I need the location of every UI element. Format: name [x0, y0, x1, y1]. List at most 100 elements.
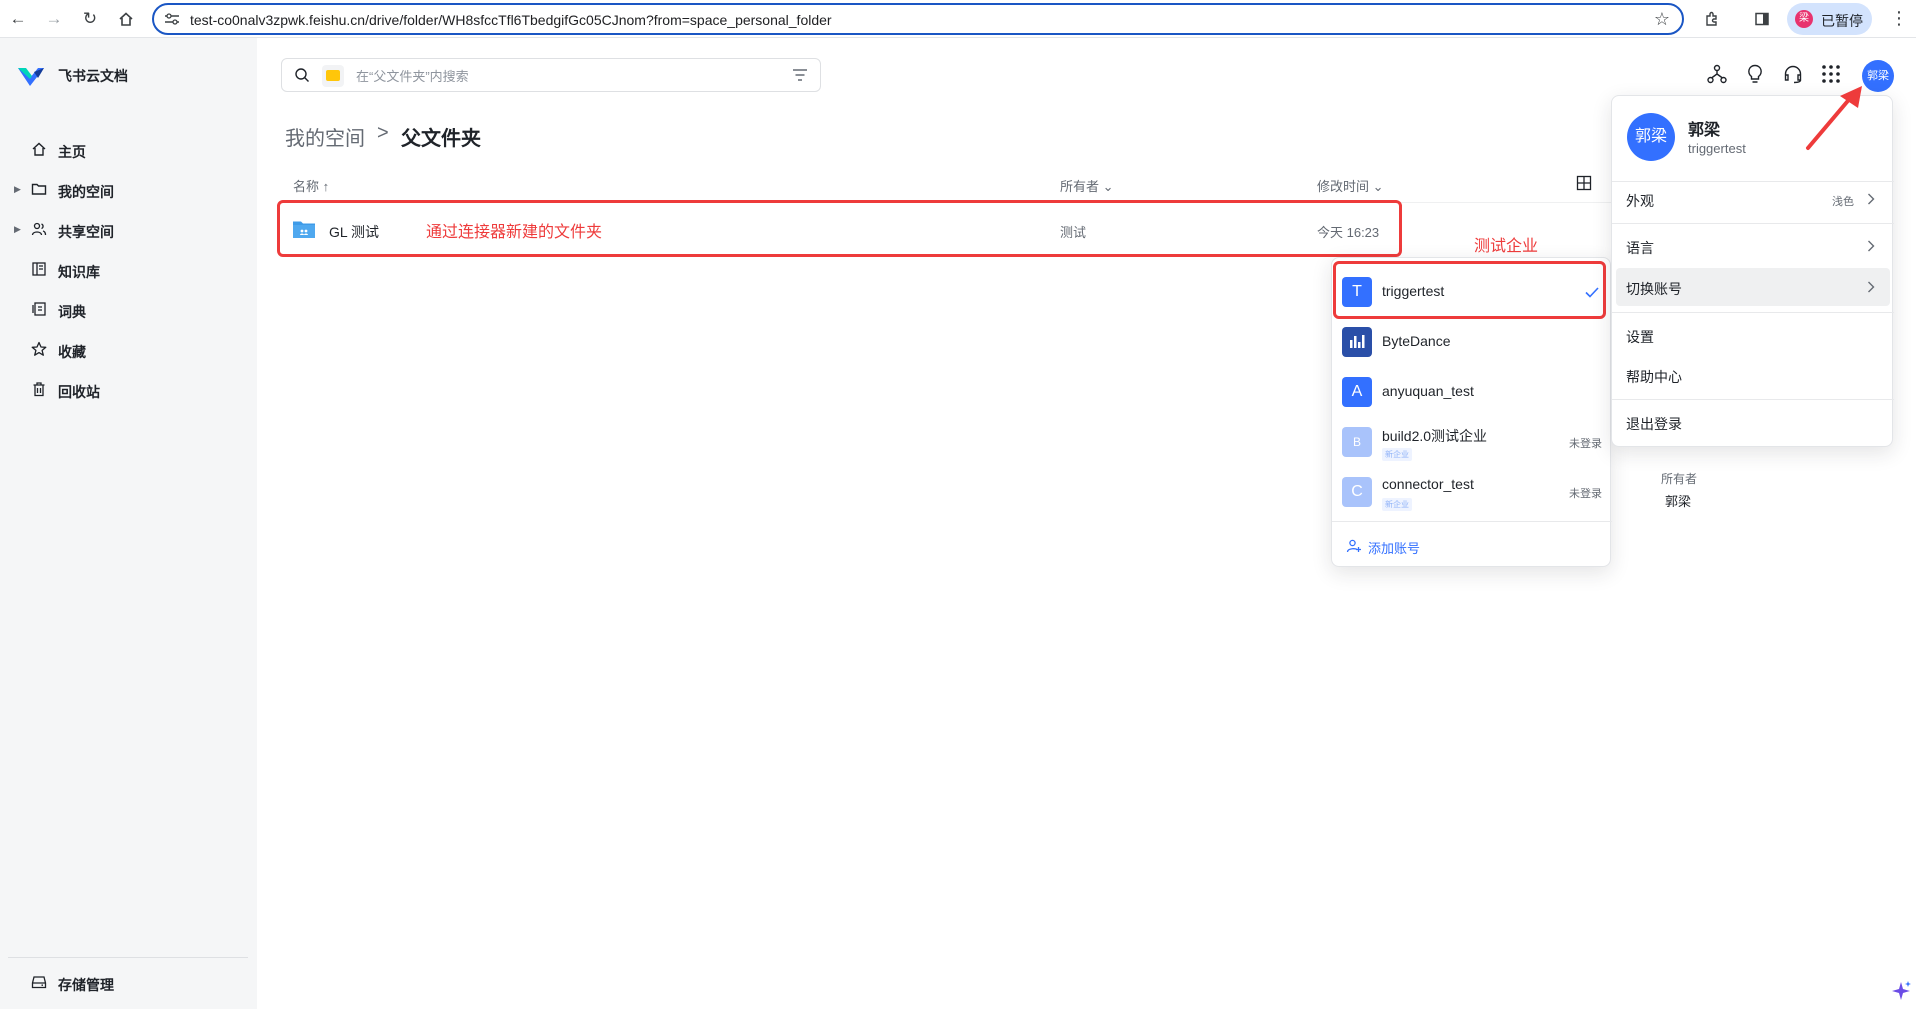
site-settings-icon[interactable] [165, 13, 179, 25]
login-status: 未登录 [1569, 438, 1602, 450]
bookmark-star-icon[interactable]: ☆ [1654, 9, 1670, 30]
menu-item-help-center[interactable]: 帮助中心 [1616, 356, 1890, 394]
column-header-owner[interactable]: 所有者 ⌄ [1060, 176, 1114, 195]
sidebar-item-shared-space[interactable]: ▶ 共享空间 [0, 212, 257, 248]
menu-divider [1612, 312, 1894, 313]
back-arrow-icon[interactable]: ← [6, 7, 30, 31]
storage-label: 存储管理 [58, 977, 114, 993]
sidebar-item-label: 收藏 [58, 344, 86, 360]
profile-avatar: 梁 [1795, 10, 1813, 28]
storage-management-button[interactable]: 存储管理 [0, 965, 257, 1001]
detail-owner-label: 所有者 [1661, 472, 1698, 486]
annotation-highlight-box [1333, 261, 1606, 319]
account-name: ByteDance [1382, 333, 1451, 349]
book-icon [30, 261, 48, 279]
account-badge: B [1342, 427, 1372, 457]
home-icon [30, 141, 48, 159]
menu-item-language[interactable]: 语言 [1616, 227, 1890, 265]
filter-icon[interactable] [792, 68, 808, 82]
folder-scope-icon [322, 65, 344, 87]
account-item-build2[interactable]: B build2.0测试企业 新企业 未登录 [1332, 417, 1612, 467]
menu-item-label: 切换账号 [1626, 281, 1682, 297]
menu-divider [1332, 521, 1612, 522]
browser-toolbar: ← → ↻ test-co0nalv3zpwk.feishu.cn/drive/… [0, 0, 1916, 38]
sidebar-item-label: 主页 [58, 144, 86, 160]
chevron-right-icon [1868, 193, 1875, 205]
user-avatar: 郭梁 [1627, 113, 1675, 161]
chevron-right-icon [1868, 240, 1875, 252]
sidebar: 飞书云文档 主页 ▶ 我的空间 ▶ 共享空间 知识库 词典 收藏 回收站 存储管… [0, 38, 257, 1009]
expand-caret-icon[interactable]: ▶ [14, 184, 21, 195]
brand-name: 飞书云文档 [58, 68, 128, 84]
sidebar-item-trash[interactable]: 回收站 [0, 372, 257, 408]
chevron-down-icon: ⌄ [1372, 179, 1384, 194]
grid-view-icon[interactable] [1576, 175, 1592, 191]
address-bar[interactable]: test-co0nalv3zpwk.feishu.cn/drive/folder… [152, 3, 1684, 35]
profile-status: 已暂停 [1821, 13, 1863, 29]
account-name: anyuquan_test [1382, 383, 1474, 399]
search-icon [295, 68, 309, 82]
sidebar-item-label: 我的空间 [58, 184, 114, 200]
feishu-docs-logo [18, 68, 44, 86]
annotation-arrow [1806, 86, 1862, 150]
account-badge: A [1342, 377, 1372, 407]
folder-icon [30, 181, 48, 199]
column-header-label: 所有者 [1060, 179, 1100, 194]
users-icon [30, 221, 48, 239]
add-account-label: 添加账号 [1368, 541, 1421, 556]
column-header-name[interactable]: 名称 ↑ [293, 176, 329, 195]
user-display-name: 郭梁 [1688, 122, 1721, 139]
appearance-value: 浅色 [1832, 196, 1854, 208]
chevron-down-icon: ⌄ [1102, 179, 1114, 194]
forward-arrow-icon[interactable]: → [42, 7, 66, 31]
menu-item-label: 帮助中心 [1626, 369, 1682, 385]
home-icon[interactable] [114, 7, 138, 31]
account-name: build2.0测试企业 [1382, 428, 1488, 444]
menu-item-settings[interactable]: 设置 [1616, 316, 1890, 354]
annotation-org: 测试企业 [1474, 238, 1539, 255]
menu-item-label: 语言 [1626, 240, 1654, 256]
chevron-right-icon [1868, 281, 1875, 293]
search-box[interactable] [281, 58, 821, 92]
star-icon [30, 341, 48, 359]
sidebar-item-wiki[interactable]: 知识库 [0, 252, 257, 288]
sidebar-item-dictionary[interactable]: 词典 [0, 292, 257, 328]
lightbulb-icon[interactable] [1744, 63, 1766, 85]
menu-item-switch-account[interactable]: 切换账号 [1616, 268, 1890, 306]
menu-item-logout[interactable]: 退出登录 [1616, 403, 1890, 441]
org-structure-icon[interactable] [1706, 63, 1728, 85]
search-input[interactable] [356, 65, 756, 87]
url-text[interactable]: test-co0nalv3zpwk.feishu.cn/drive/folder… [190, 12, 832, 28]
sidebar-item-favorites[interactable]: 收藏 [0, 332, 257, 368]
account-item-anyuquan-test[interactable]: A anyuquan_test [1332, 367, 1612, 417]
new-org-tag: 新企业 [1382, 498, 1412, 511]
menu-item-appearance[interactable]: 外观 浅色 [1616, 180, 1890, 218]
breadcrumb-separator: > [377, 122, 389, 144]
account-badge: C [1342, 477, 1372, 507]
breadcrumb-root[interactable]: 我的空间 [285, 122, 365, 151]
sidebar-item-my-space[interactable]: ▶ 我的空间 [0, 172, 257, 208]
side-panel-icon[interactable] [1750, 7, 1774, 31]
detail-owner-value: 郭梁 [1665, 494, 1692, 509]
menu-divider [1612, 223, 1894, 224]
expand-caret-icon[interactable]: ▶ [14, 224, 21, 235]
storage-icon [30, 974, 48, 992]
page-title: 父文件夹 [401, 128, 481, 150]
account-item-bytedance[interactable]: ByteDance [1332, 317, 1612, 367]
sidebar-item-home[interactable]: 主页 [0, 132, 257, 168]
menu-item-label: 退出登录 [1626, 416, 1682, 432]
extensions-icon[interactable] [1700, 7, 1724, 31]
ai-sparkle-icon[interactable] [1890, 980, 1912, 1002]
browser-menu-icon[interactable]: ⋮ [1890, 8, 1908, 29]
profile-button[interactable]: 梁 已暂停 [1787, 3, 1872, 35]
reload-icon[interactable]: ↻ [78, 7, 102, 31]
sidebar-item-label: 回收站 [58, 384, 100, 400]
column-header-modified[interactable]: 修改时间 ⌄ [1317, 176, 1384, 195]
column-header-label: 修改时间 [1317, 179, 1370, 194]
sidebar-divider [8, 957, 248, 958]
account-item-connector-test[interactable]: C connector_test 新企业 未登录 [1332, 467, 1612, 517]
bytedance-logo-icon [1342, 327, 1372, 357]
dictionary-icon [30, 301, 48, 319]
menu-divider [1612, 399, 1894, 400]
annotation-new-folder: 通过连接器新建的文件夹 [426, 224, 603, 241]
